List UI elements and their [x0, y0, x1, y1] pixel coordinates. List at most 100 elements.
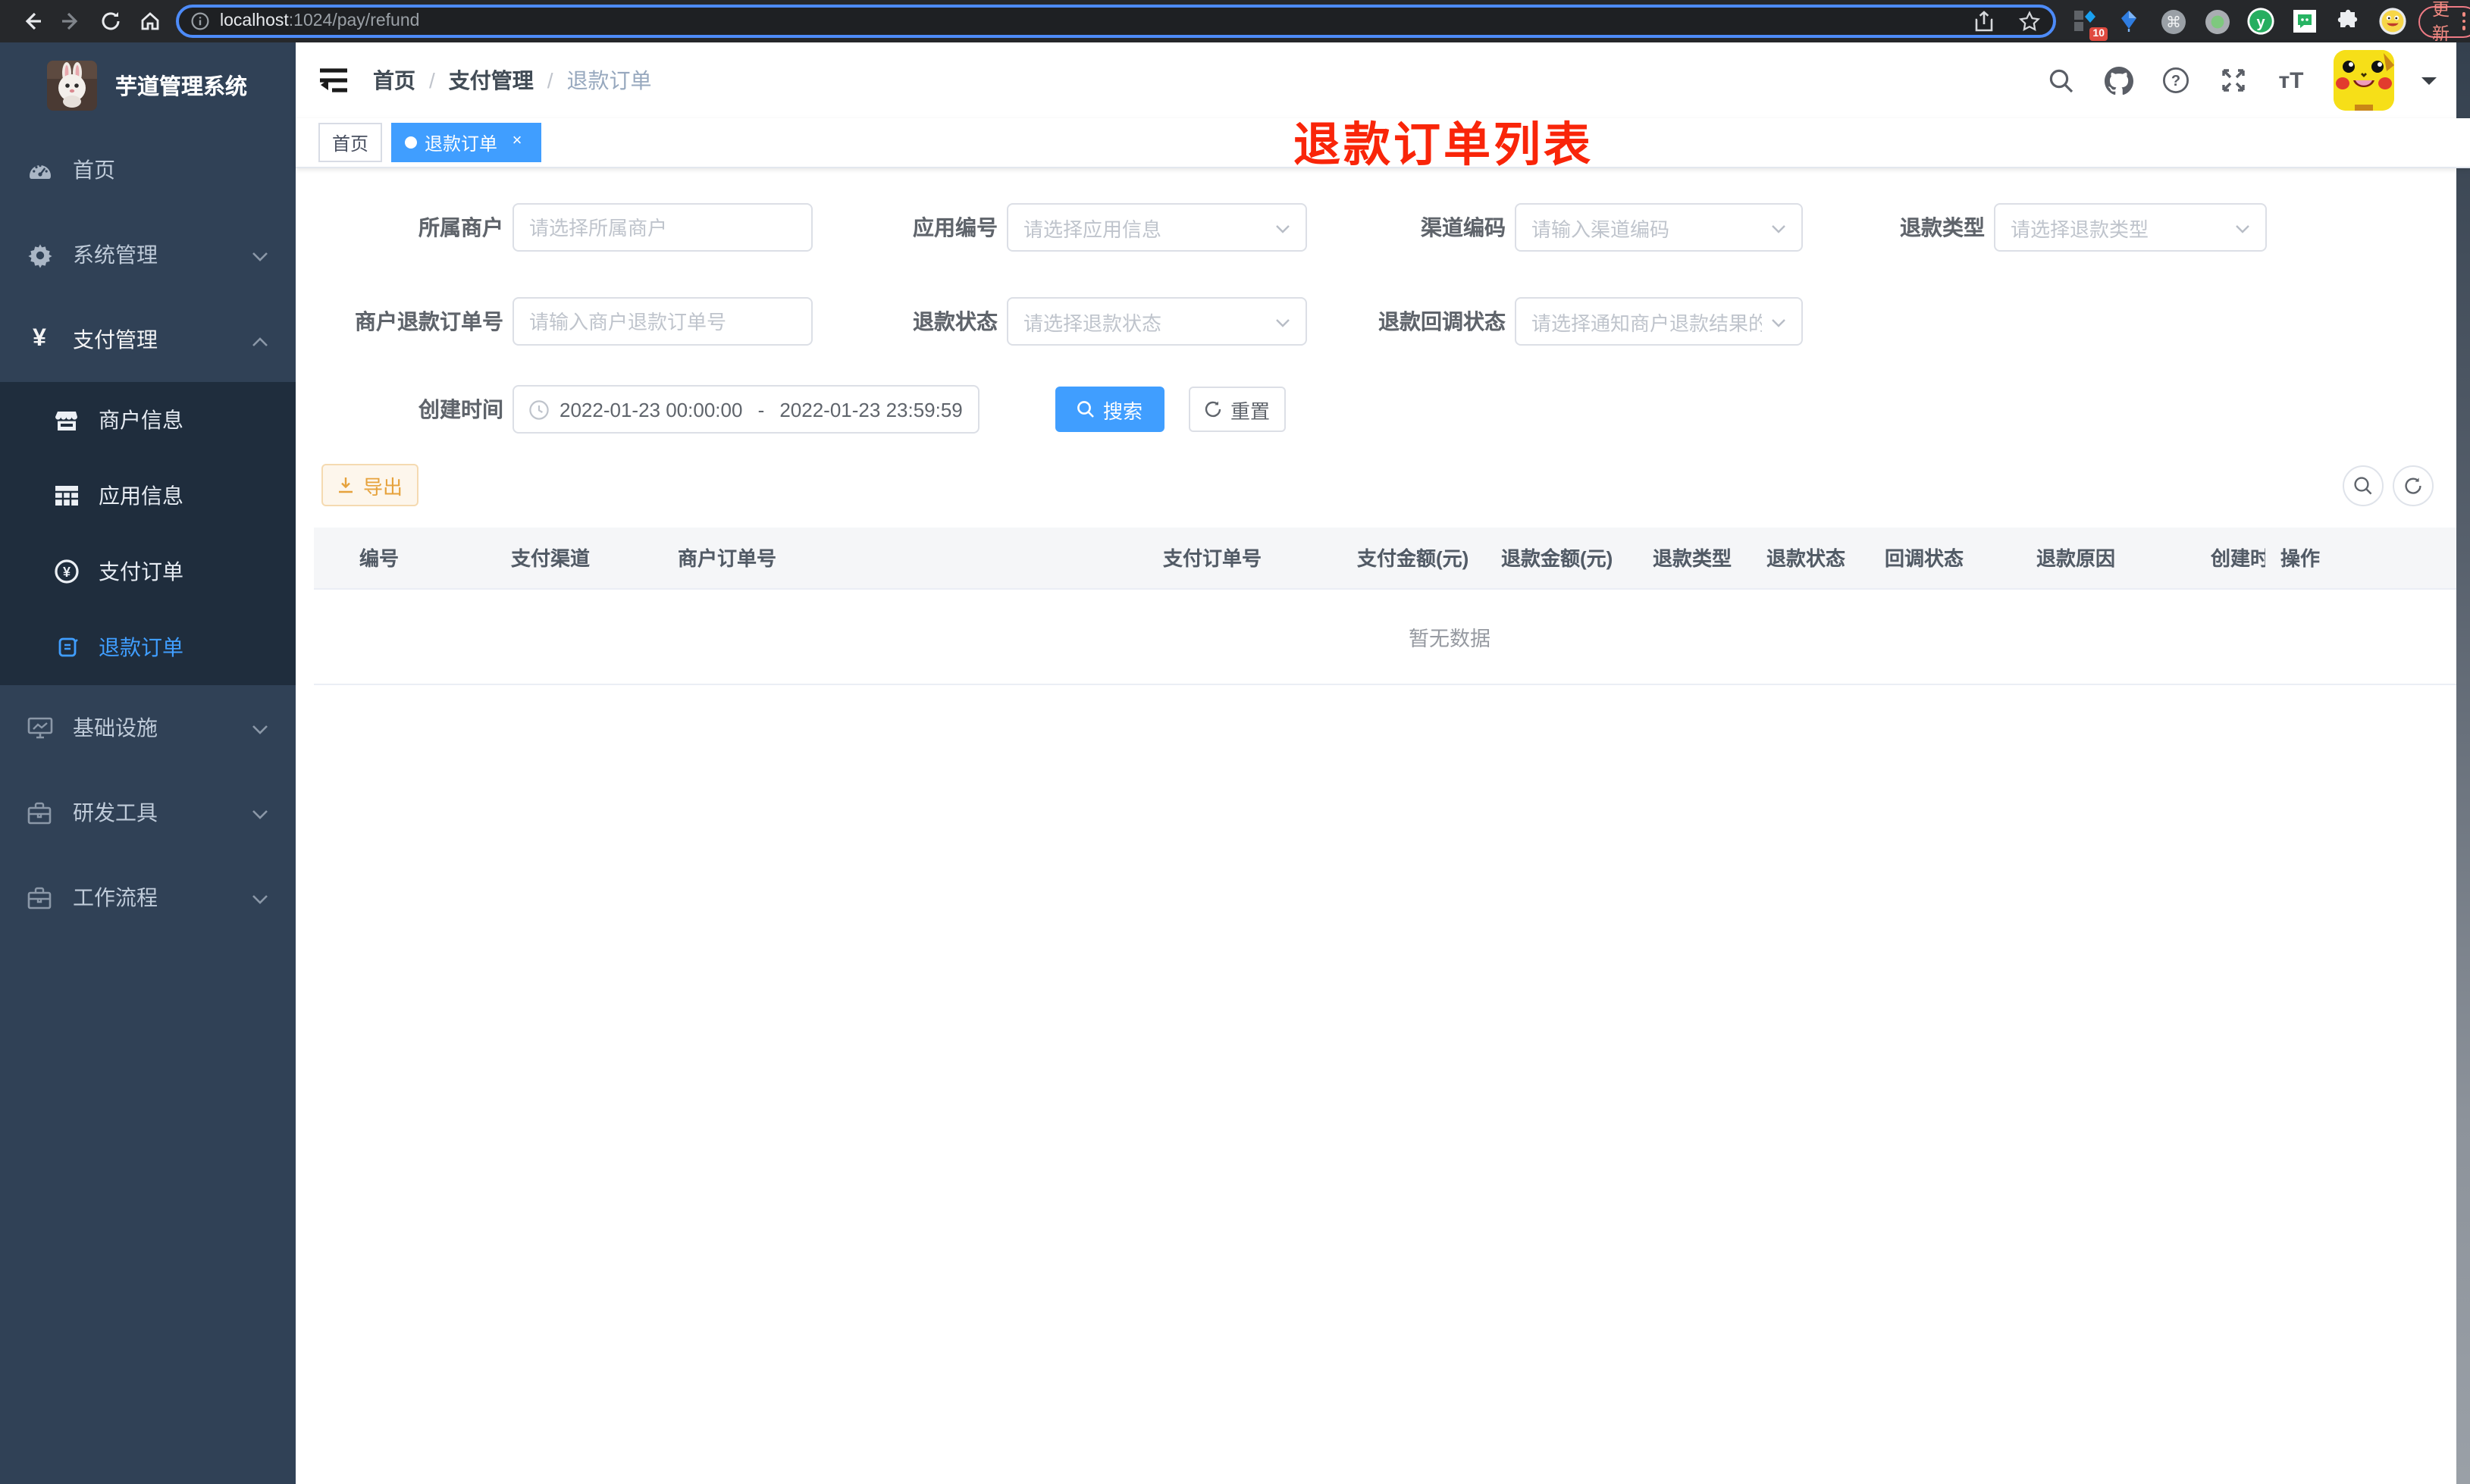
col-pay-amount[interactable]: 支付金额(元)	[1342, 528, 1486, 589]
page-scrollbar[interactable]	[2456, 42, 2470, 1484]
dashboard-icon	[21, 157, 58, 183]
col-create-time[interactable]: 创建时间	[2196, 528, 2265, 589]
merchant-input[interactable]	[512, 203, 813, 252]
chevron-down-icon	[252, 243, 268, 267]
fullscreen-icon[interactable]	[2218, 65, 2249, 95]
user-avatar[interactable]	[2334, 50, 2394, 111]
col-id[interactable]: 编号	[314, 528, 496, 589]
app-title: 芋道管理系统	[115, 75, 247, 99]
site-info-icon[interactable]	[191, 12, 209, 30]
svg-text:y: y	[2256, 14, 2265, 31]
page-annotation: 退款订单列表	[1293, 118, 1594, 171]
search-icon	[1078, 401, 1095, 418]
browser-reload-icon[interactable]	[91, 2, 130, 41]
merchant-input-field[interactable]	[529, 216, 796, 239]
refund-table: 编号 支付渠道 商户订单号 支付订单号 支付金额(元) 退款金额(元) 退款类型…	[314, 528, 2456, 589]
share-icon[interactable]	[1974, 11, 1994, 32]
chrome-update-button[interactable]: 更新	[2418, 2, 2470, 44]
sidebar-item-refund-order[interactable]: 退款订单	[0, 609, 296, 685]
bookmark-star-icon[interactable]	[2018, 10, 2041, 33]
merchant-refund-no-field[interactable]	[529, 310, 796, 333]
extension-chat-icon[interactable]	[2291, 8, 2318, 35]
col-callback-status[interactable]: 回调状态	[1870, 528, 2021, 589]
col-pay-channel[interactable]: 支付渠道	[496, 528, 663, 589]
field-label: 商户退款订单号	[355, 309, 503, 333]
sidebar-item-workflow[interactable]: 工作流程	[0, 855, 296, 940]
sidebar-item-devtools[interactable]: 研发工具	[0, 770, 296, 855]
notify-status-select[interactable]: 请选择通知商户退款结果的回调状态	[1515, 297, 1803, 346]
chevron-down-icon	[252, 715, 268, 740]
date-end-value[interactable]: 2022-01-23 23:59:59	[779, 398, 963, 421]
sidebar-item-home[interactable]: 首页	[0, 127, 296, 212]
sidebar-item-pay-order[interactable]: ¥ 支付订单	[0, 534, 296, 609]
extension-kite-icon[interactable]	[2115, 8, 2142, 35]
form-item-notify-status: 退款回调状态 请选择通知商户退款结果的回调状态	[1298, 297, 1803, 346]
form-item-merchant-refund-no: 商户退款订单号	[296, 297, 813, 346]
sidebar-item-label: 工作流程	[73, 885, 158, 909]
url-path: :1024/pay/refund	[288, 12, 420, 30]
date-range-picker[interactable]: 2022-01-23 00:00:00 - 2022-01-23 23:59:5…	[512, 385, 980, 434]
form-item-refund-type: 退款类型 请选择退款类型	[1777, 203, 2267, 252]
merchant-refund-no-input[interactable]	[512, 297, 813, 346]
sidebar-item-merchant-info[interactable]: 商户信息	[0, 382, 296, 458]
date-start-value[interactable]: 2022-01-23 00:00:00	[560, 398, 743, 421]
browser-menu-icon[interactable]	[2462, 12, 2465, 30]
refund-document-icon	[50, 635, 83, 659]
sidebar-item-app-info[interactable]: 应用信息	[0, 458, 296, 534]
sidebar-logo[interactable]: 芋道管理系统	[0, 42, 296, 127]
header-search-icon[interactable]	[2045, 65, 2076, 95]
col-actions[interactable]: 操作	[2265, 528, 2456, 589]
refund-type-select[interactable]: 请选择退款类型	[1994, 203, 2267, 252]
toolbox-icon	[21, 886, 58, 909]
export-button[interactable]: 导出	[321, 464, 418, 506]
search-button[interactable]: 搜索	[1055, 387, 1164, 432]
breadcrumb-payment[interactable]: 支付管理	[449, 65, 534, 95]
extensions-puzzle-icon[interactable]	[2335, 8, 2362, 35]
sidebar-item-payment[interactable]: ¥ 支付管理	[0, 297, 296, 382]
refund-status-select[interactable]: 请选择退款状态	[1007, 297, 1307, 346]
user-menu-caret-icon[interactable]	[2421, 77, 2437, 92]
form-item-app: 应用编号 请选择应用信息	[790, 203, 1307, 252]
reset-button[interactable]: 重置	[1189, 387, 1286, 432]
svg-text:¥: ¥	[63, 565, 71, 580]
table-empty-block: 暂无数据	[314, 588, 2456, 685]
yen-icon: ¥	[33, 326, 46, 352]
toggle-search-button[interactable]	[2343, 465, 2384, 506]
page-content: 所属商户 应用编号 请选择应用信息 渠道编码 请输入渠道编码	[296, 168, 2470, 1484]
refresh-table-button[interactable]	[2393, 465, 2434, 506]
sidebar-item-label: 研发工具	[73, 800, 158, 825]
monitor-icon	[21, 716, 58, 739]
tag-home[interactable]: 首页	[318, 123, 383, 162]
channel-select[interactable]: 请输入渠道编码	[1515, 203, 1803, 252]
extension-bitwarden-icon[interactable]: 10	[2071, 8, 2108, 41]
address-bar[interactable]: localhost:1024/pay/refund	[176, 5, 2056, 38]
browser-forward-icon[interactable]	[52, 2, 91, 41]
sidebar-item-label: 商户信息	[99, 408, 183, 432]
col-refund-status[interactable]: 退款状态	[1751, 528, 1870, 589]
app-select[interactable]: 请选择应用信息	[1007, 203, 1307, 252]
update-label: 更新	[2432, 2, 2450, 44]
profile-emoji-icon[interactable]	[2379, 8, 2406, 35]
help-icon[interactable]: ?	[2161, 65, 2191, 95]
col-refund-type[interactable]: 退款类型	[1638, 528, 1751, 589]
browser-back-icon[interactable]	[12, 2, 52, 41]
col-pay-order-no[interactable]: 支付订单号	[1148, 528, 1342, 589]
field-label: 退款回调状态	[1378, 309, 1506, 333]
extension-grey-dot-icon[interactable]	[2203, 8, 2230, 35]
browser-home-icon[interactable]	[130, 2, 170, 41]
font-size-icon[interactable]: ᴛT	[2276, 65, 2306, 95]
clock-icon	[529, 399, 549, 419]
col-merchant-order-no[interactable]: 商户订单号	[663, 528, 1148, 589]
sidebar-item-label: 退款订单	[99, 635, 183, 659]
github-icon[interactable]	[2103, 65, 2133, 95]
sidebar-item-system[interactable]: 系统管理	[0, 212, 296, 297]
extension-y-icon[interactable]: y	[2247, 8, 2274, 35]
sidebar-item-infra[interactable]: 基础设施	[0, 685, 296, 770]
tag-refund-order[interactable]: 退款订单 ×	[391, 123, 542, 162]
col-refund-reason[interactable]: 退款原因	[2021, 528, 2196, 589]
col-refund-amount[interactable]: 退款金额(元)	[1486, 528, 1638, 589]
tag-close-icon[interactable]: ×	[506, 132, 528, 153]
sidebar-toggle-icon[interactable]	[318, 65, 349, 95]
breadcrumb-home[interactable]: 首页	[373, 65, 415, 95]
extension-command-icon[interactable]: ⌘	[2159, 8, 2186, 35]
